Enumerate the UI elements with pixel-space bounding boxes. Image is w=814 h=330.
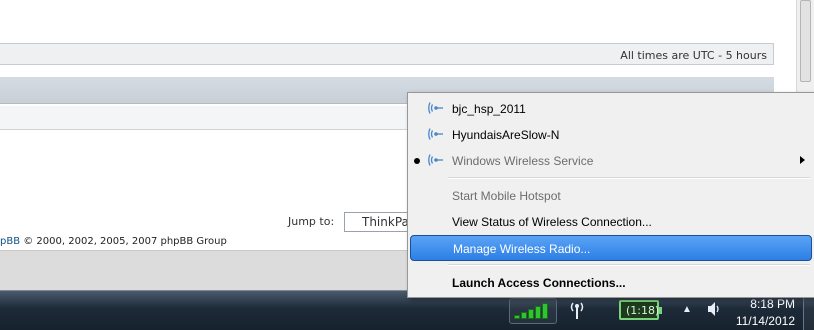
network-label: bjc_hsp_2011 <box>452 102 526 116</box>
menu-item-start-mobile-hotspot[interactable]: Start Mobile Hotspot <box>408 183 814 209</box>
menu-item-label: Launch Access Connections... <box>452 276 626 290</box>
menu-separator <box>448 264 810 266</box>
menu-item-view-status[interactable]: View Status of Wireless Connection... <box>408 209 814 235</box>
chevron-up-icon[interactable]: ▲ <box>682 304 692 315</box>
copyright-rest: © 2000, 2002, 2005, 2007 phpBB Group <box>20 236 227 247</box>
network-tray-icon[interactable] <box>568 300 586 323</box>
menu-item-label: Start Mobile Hotspot <box>452 189 561 203</box>
signal-strength-icon[interactable] <box>514 303 554 319</box>
phpbb-link[interactable]: pBB <box>0 236 20 247</box>
wireless-icon <box>428 154 443 166</box>
network-label: HyundaisAreSlow-N <box>452 128 560 142</box>
wireless-context-menu: bjc_hsp_2011 HyundaisAreSlow-N Windows W… <box>407 92 814 298</box>
scrollbar-thumb[interactable] <box>800 0 811 82</box>
clock-date[interactable]: 11/14/2012 <box>729 314 795 328</box>
menu-item-manage-wireless-radio[interactable]: Manage Wireless Radio... <box>410 235 812 261</box>
timezone-text: All times are UTC - 5 hours <box>620 49 767 62</box>
clock-time[interactable]: 8:18 PM <box>735 297 795 311</box>
menu-item-launch-access-connections[interactable]: Launch Access Connections... <box>408 270 814 296</box>
menu-item-label: View Status of Wireless Connection... <box>452 215 652 229</box>
volume-icon[interactable] <box>707 301 721 320</box>
battery-icon[interactable]: (1:18) <box>619 300 662 320</box>
timezone-bar: All times are UTC - 5 hours <box>0 43 774 65</box>
menu-separator <box>448 177 810 179</box>
wireless-icon <box>428 102 443 114</box>
jump-to-select[interactable]: ThinkPad <box>344 212 416 232</box>
network-label: Windows Wireless Service <box>452 154 594 168</box>
jump-to-label: Jump to: <box>288 215 335 228</box>
copyright-text: pBB © 2000, 2002, 2005, 2007 phpBB Group <box>0 236 227 247</box>
connected-bullet-icon <box>414 158 420 164</box>
menu-item-network-1[interactable]: bjc_hsp_2011 <box>408 96 814 122</box>
menu-item-label: Manage Wireless Radio... <box>453 242 591 256</box>
menu-item-network-2[interactable]: HyundaisAreSlow-N <box>408 122 814 148</box>
menu-item-network-3[interactable]: Windows Wireless Service <box>408 148 814 174</box>
submenu-arrow-icon <box>800 156 805 164</box>
battery-time: (1:18) <box>626 304 660 317</box>
wireless-icon <box>428 128 443 140</box>
